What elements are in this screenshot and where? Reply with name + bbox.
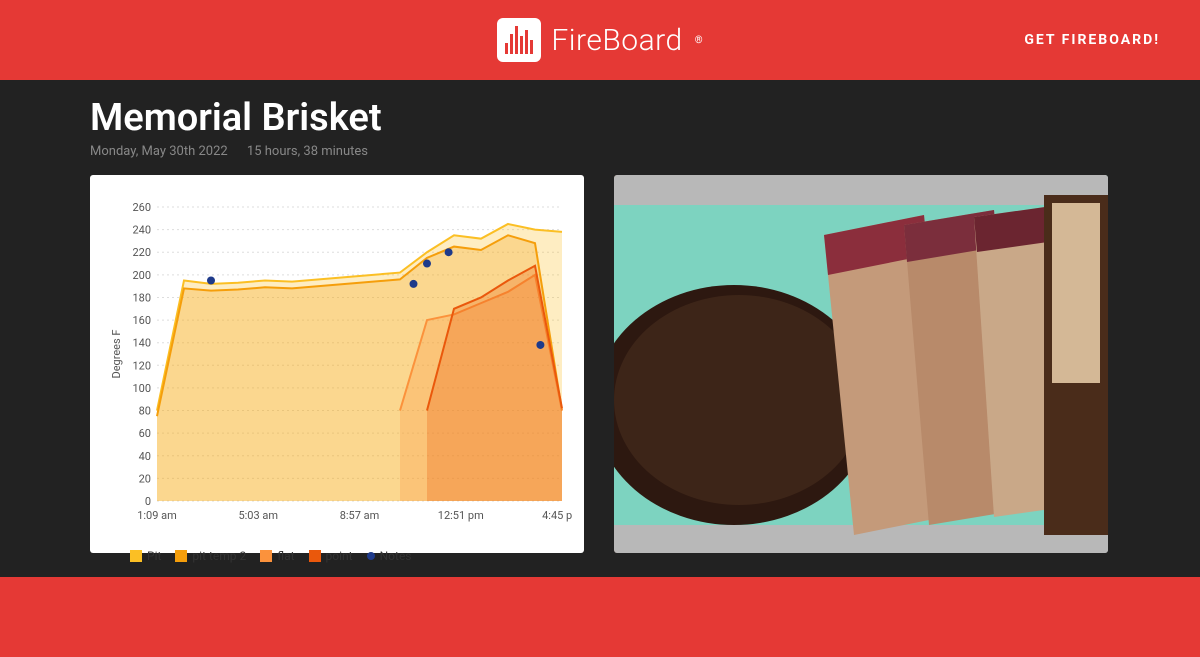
legend-label: Notes	[380, 549, 412, 563]
svg-text:260: 260	[132, 201, 151, 214]
svg-text:0: 0	[145, 495, 151, 508]
svg-text:40: 40	[139, 450, 151, 463]
svg-text:60: 60	[139, 427, 151, 440]
svg-text:12:51 pm: 12:51 pm	[438, 509, 484, 522]
svg-text:160: 160	[132, 314, 151, 327]
flame-icon	[497, 18, 541, 62]
page-footer	[0, 577, 1200, 657]
chart-legend: Pit pit temp 2 flat point Notes	[102, 549, 572, 563]
session-meta: Monday, May 30th 2022 15 hours, 38 minut…	[90, 144, 1110, 159]
app-header: FireBoard ® GET FIREBOARD!	[0, 0, 1200, 80]
brand-logo[interactable]: FireBoard ®	[497, 18, 702, 62]
legend-swatch	[260, 550, 272, 562]
legend-swatch	[309, 550, 321, 562]
main-content: Memorial Brisket Monday, May 30th 2022 1…	[0, 80, 1200, 577]
svg-text:20: 20	[139, 472, 151, 485]
svg-text:1:09 am: 1:09 am	[137, 509, 177, 522]
legend-label: flat	[277, 549, 294, 563]
session-date: Monday, May 30th 2022	[90, 144, 228, 159]
svg-text:80: 80	[139, 405, 151, 418]
temperature-chart[interactable]: 0 20 40 60 80 100 120 140 160 180 200 220 240 260 1:09…	[102, 187, 572, 541]
registered-icon: ®	[695, 35, 703, 46]
legend-label: Pit	[147, 549, 161, 563]
session-title: Memorial Brisket	[90, 96, 1110, 140]
legend-item[interactable]: flat	[260, 549, 294, 563]
legend-swatch	[367, 552, 375, 560]
legend-swatch	[175, 550, 187, 562]
svg-text:140: 140	[132, 337, 151, 350]
svg-text:240: 240	[132, 224, 151, 237]
svg-text:100: 100	[132, 382, 151, 395]
legend-swatch	[130, 550, 142, 562]
legend-label: pit temp 2	[192, 549, 246, 563]
brand-name: FireBoard	[551, 23, 682, 58]
svg-text:120: 120	[132, 359, 151, 372]
svg-text:220: 220	[132, 246, 151, 259]
legend-label: point	[326, 549, 353, 563]
legend-item[interactable]: point	[309, 549, 353, 563]
chart-card: 0 20 40 60 80 100 120 140 160 180 200 220 240 260 1:09…	[90, 175, 584, 553]
svg-text:180: 180	[132, 291, 151, 304]
legend-item[interactable]: Notes	[367, 549, 412, 563]
svg-text:4:45 pm: 4:45 pm	[542, 509, 572, 522]
get-fireboard-link[interactable]: GET FIREBOARD!	[1024, 32, 1160, 48]
session-photo[interactable]	[614, 175, 1108, 553]
session-duration: 15 hours, 38 minutes	[247, 144, 368, 159]
legend-item[interactable]: Pit	[130, 549, 161, 563]
brisket-photo-icon	[614, 175, 1108, 553]
svg-text:200: 200	[132, 269, 151, 282]
svg-text:Degrees F: Degrees F	[110, 329, 123, 378]
legend-item[interactable]: pit temp 2	[175, 549, 246, 563]
svg-text:8:57 am: 8:57 am	[340, 509, 380, 522]
svg-text:5:03 am: 5:03 am	[238, 509, 278, 522]
